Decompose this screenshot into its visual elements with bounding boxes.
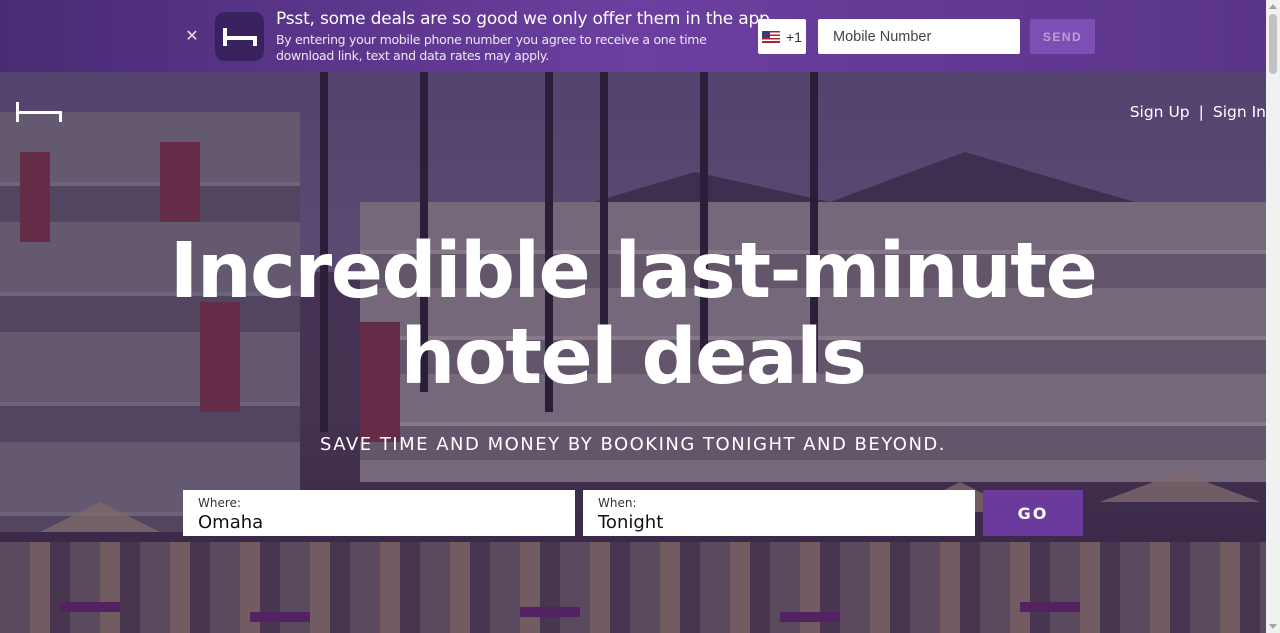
banner-title: Psst, some deals are so good we only off…: [276, 9, 770, 29]
where-field[interactable]: Where: Omaha: [183, 490, 575, 536]
bed-logo-icon: [16, 102, 62, 122]
auth-links: Sign Up | Sign In: [1130, 103, 1266, 121]
send-button[interactable]: SEND: [1030, 19, 1095, 54]
mobile-number-input[interactable]: [818, 19, 1020, 54]
sign-in-link[interactable]: Sign In: [1213, 103, 1266, 121]
country-code-select[interactable]: +1: [758, 19, 806, 54]
when-value: Tonight: [598, 512, 664, 533]
app-logo: [215, 12, 264, 61]
app-download-banner: ✕ Psst, some deals are so good we only o…: [0, 0, 1266, 72]
scroll-up-icon[interactable]: [1269, 4, 1277, 9]
when-field[interactable]: When: Tonight: [583, 490, 975, 536]
banner-subtitle: By entering your mobile phone number you…: [276, 32, 707, 63]
headline-line-2: hotel deals: [400, 313, 867, 402]
go-button[interactable]: GO: [983, 490, 1083, 536]
scroll-down-icon[interactable]: [1269, 624, 1277, 629]
us-flag-icon: [762, 30, 780, 43]
country-code-value: +1: [786, 28, 802, 45]
site-logo[interactable]: [16, 102, 62, 127]
page-subheading: SAVE TIME AND MONEY BY BOOKING TONIGHT A…: [319, 434, 946, 455]
hero-section: Sign Up | Sign In Incredible last-minute…: [0, 72, 1266, 633]
page-scrollbar[interactable]: [1266, 0, 1280, 633]
when-label: When:: [598, 496, 637, 510]
auth-separator: |: [1198, 103, 1204, 121]
scroll-thumb[interactable]: [1269, 14, 1277, 74]
sign-up-link[interactable]: Sign Up: [1130, 103, 1190, 121]
where-label: Where:: [198, 496, 241, 510]
where-value: Omaha: [198, 512, 264, 533]
headline-line-1: Incredible last-minute: [169, 227, 1098, 316]
close-icon[interactable]: ✕: [183, 27, 201, 45]
bed-logo-icon: [223, 28, 257, 46]
page-headline: Incredible last-minute hotel deals: [0, 229, 1266, 401]
